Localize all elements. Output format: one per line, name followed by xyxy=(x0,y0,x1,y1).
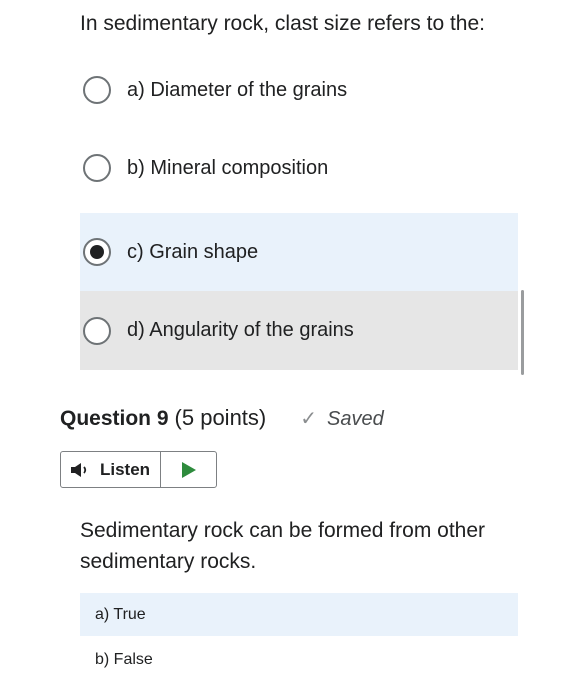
question-8-prompt: In sedimentary rock, clast size refers t… xyxy=(80,12,485,35)
listen-control: Listen xyxy=(60,451,217,488)
question-points: (5 points) xyxy=(174,405,267,430)
q8-option-b-label: b) Mineral composition xyxy=(127,156,329,179)
speaker-icon xyxy=(71,462,87,477)
q8-option-d-label: d) Angularity of the grains xyxy=(127,319,354,341)
play-button[interactable] xyxy=(161,452,216,487)
q8-option-c[interactable]: c) Grain shape xyxy=(80,213,518,291)
q8-option-a-label: a) Diameter of the grains xyxy=(127,78,348,101)
q9-option-true-label: a) True xyxy=(95,605,146,623)
scrollbar-thumb[interactable] xyxy=(521,290,524,375)
saved-status-label: Saved xyxy=(327,408,384,430)
q8-option-d[interactable]: d) Angularity of the grains xyxy=(80,291,518,370)
radio-button[interactable] xyxy=(83,76,111,104)
radio-button[interactable] xyxy=(83,154,111,182)
saved-status: ✓ Saved xyxy=(300,406,383,431)
check-icon: ✓ xyxy=(300,408,318,430)
radio-button-selected[interactable] xyxy=(83,238,111,266)
listen-label: Listen xyxy=(100,459,151,479)
listen-button[interactable]: Listen xyxy=(61,452,162,487)
q9-option-true[interactable]: a) True xyxy=(80,593,518,636)
question-title: Question 9 xyxy=(60,407,169,430)
question-9-header: Question 9 (5 points) ✓ Saved xyxy=(60,405,384,431)
q9-option-false[interactable]: b) False xyxy=(80,640,518,680)
play-icon xyxy=(181,461,196,478)
q9-option-false-label: b) False xyxy=(95,651,153,668)
q8-option-a[interactable]: a) Diameter of the grains xyxy=(80,70,518,110)
question-9-prompt: Sedimentary rock can be formed from othe… xyxy=(80,519,486,573)
radio-button[interactable] xyxy=(83,316,111,345)
q8-option-c-label: c) Grain shape xyxy=(127,240,259,263)
radio-dot xyxy=(90,245,104,259)
q8-option-b[interactable]: b) Mineral composition xyxy=(80,148,518,188)
